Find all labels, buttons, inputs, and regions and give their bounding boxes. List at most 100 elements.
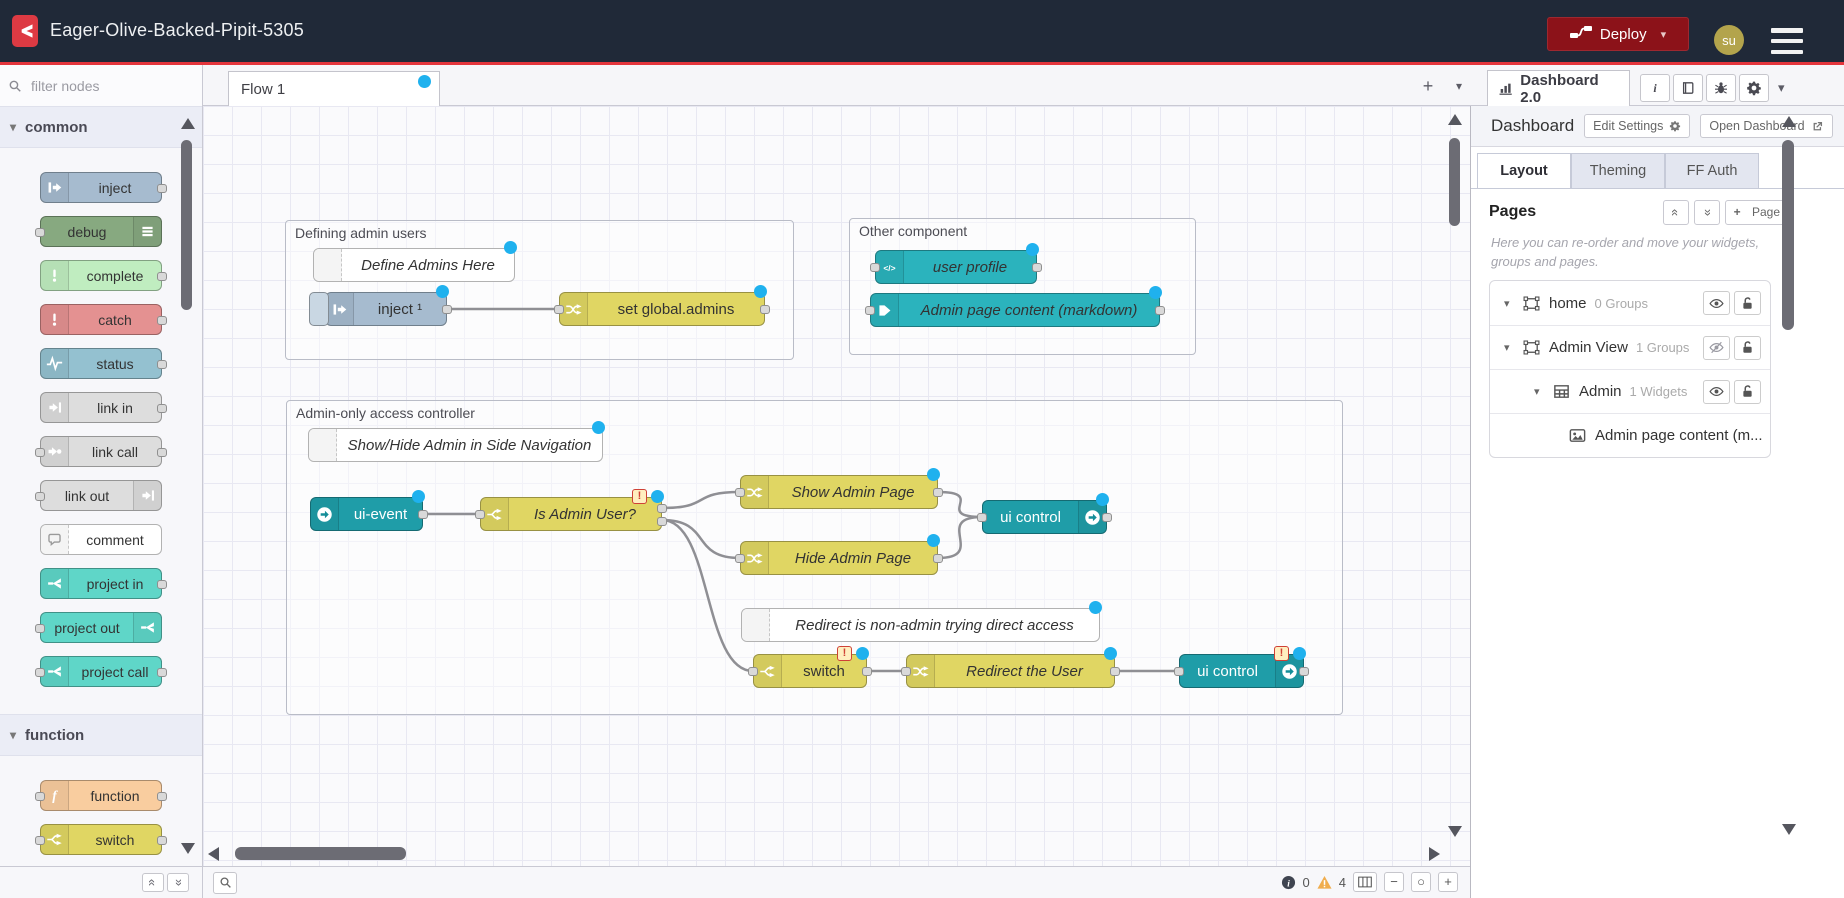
tree-row-admin-view[interactable]: ▾Admin View1 Groups: [1490, 325, 1770, 369]
add-page-button[interactable]: + Page: [1725, 200, 1789, 225]
palette-category-function[interactable]: ▾function: [0, 714, 202, 756]
node-switch[interactable]: switch!: [753, 654, 867, 688]
input-port[interactable]: [35, 492, 45, 501]
wire-5[interactable]: [938, 492, 982, 517]
palette-scroll-up[interactable]: [181, 118, 195, 129]
canvas-scroll-left[interactable]: [208, 847, 219, 861]
canvas-scroll-down[interactable]: [1448, 826, 1462, 837]
output-port[interactable]: [157, 404, 167, 413]
node-ui-control-top[interactable]: ui control: [982, 500, 1107, 534]
navigator-toggle-button[interactable]: [1353, 872, 1377, 892]
user-avatar[interactable]: su: [1714, 25, 1744, 55]
node-project-in[interactable]: project in: [40, 568, 162, 599]
expand-all-button[interactable]: «: [167, 873, 189, 892]
palette-search[interactable]: [0, 65, 203, 106]
input-port[interactable]: [35, 228, 45, 237]
chevron-down-icon[interactable]: ▾: [1504, 297, 1518, 310]
tab-dashboard-2[interactable]: Dashboard 2.0: [1487, 70, 1630, 107]
output-port[interactable]: [1299, 667, 1309, 676]
palette-scroll-down[interactable]: [181, 843, 195, 854]
input-port[interactable]: [748, 667, 758, 676]
output-port[interactable]: [1110, 667, 1120, 676]
output-port[interactable]: [1155, 306, 1165, 315]
chevron-down-icon[interactable]: ▾: [1534, 385, 1548, 398]
node-user-profile[interactable]: </>user profile: [875, 250, 1037, 284]
output-port[interactable]: [157, 272, 167, 281]
open-dashboard-button[interactable]: Open Dashboard: [1700, 114, 1832, 138]
output-port[interactable]: [157, 668, 167, 677]
node-debug[interactable]: debug: [40, 216, 162, 247]
add-flow-button[interactable]: +: [1417, 76, 1439, 98]
wire-3[interactable]: [662, 520, 740, 558]
help-tab-button[interactable]: [1673, 74, 1703, 102]
node-link-call[interactable]: link call: [40, 436, 162, 467]
node-function[interactable]: ffunction: [40, 780, 162, 811]
output-port[interactable]: [157, 448, 167, 457]
node-link-in[interactable]: link in: [40, 392, 162, 423]
output-port[interactable]: [157, 580, 167, 589]
canvas-scroll-right[interactable]: [1429, 847, 1440, 861]
tab-ff-auth[interactable]: FF Auth: [1665, 153, 1759, 189]
tree-row-home[interactable]: ▾home0 Groups: [1490, 281, 1770, 325]
zoom-out-button[interactable]: −: [1384, 872, 1404, 892]
input-port[interactable]: [865, 306, 875, 315]
canvas-vscrollbar[interactable]: [1449, 138, 1460, 226]
sidebar-menu-caret[interactable]: ▾: [1778, 80, 1785, 96]
node-ui-control-bottom[interactable]: ui control!: [1179, 654, 1304, 688]
wire-2[interactable]: [662, 492, 740, 508]
input-port[interactable]: [35, 792, 45, 801]
visibility-button[interactable]: [1703, 380, 1730, 404]
main-menu-button[interactable]: [1768, 27, 1806, 55]
palette-scrollbar[interactable]: [181, 140, 192, 310]
info-tab-button[interactable]: i: [1640, 74, 1670, 102]
node-status[interactable]: status: [40, 348, 162, 379]
canvas-hscrollbar[interactable]: [235, 847, 406, 860]
input-port[interactable]: [475, 510, 485, 519]
wire-6[interactable]: [938, 517, 982, 558]
output-port[interactable]: [418, 510, 428, 519]
chevron-down-icon[interactable]: ▾: [1504, 341, 1518, 354]
tree-row-admin-page-content-m[interactable]: Admin page content (m...: [1490, 413, 1770, 457]
wire-4[interactable]: [662, 520, 753, 671]
node-redirect-the-user[interactable]: Redirect the User: [906, 654, 1115, 688]
visibility-button[interactable]: [1703, 291, 1730, 315]
input-port[interactable]: [735, 488, 745, 497]
output-port[interactable]: [933, 554, 943, 563]
edit-settings-button[interactable]: Edit Settings: [1584, 114, 1690, 138]
node-set-global-admins[interactable]: set global.admins: [559, 292, 765, 326]
output-port[interactable]: [657, 504, 667, 513]
tree-row-admin[interactable]: ▾Admin1 Widgets: [1490, 369, 1770, 413]
lock-button[interactable]: [1734, 380, 1761, 404]
node-project-call[interactable]: project call: [40, 656, 162, 687]
flow-canvas[interactable]: Defining admin usersOther componentAdmin…: [203, 106, 1470, 866]
node-link-out[interactable]: link out: [40, 480, 162, 511]
move-up-button[interactable]: «: [1663, 200, 1689, 225]
input-port[interactable]: [35, 668, 45, 677]
zoom-in-button[interactable]: +: [1438, 872, 1458, 892]
node-admin-page-content[interactable]: Admin page content (markdown): [870, 293, 1160, 327]
deploy-options-caret[interactable]: ▾: [1661, 28, 1667, 41]
tab-theming[interactable]: Theming: [1571, 153, 1665, 189]
output-port[interactable]: [862, 667, 872, 676]
lock-button[interactable]: [1734, 336, 1761, 360]
config-tab-button[interactable]: [1739, 74, 1769, 102]
sidebar-scroll-down[interactable]: [1782, 824, 1796, 835]
node-inject[interactable]: inject: [40, 172, 162, 203]
node-complete[interactable]: complete: [40, 260, 162, 291]
node-define-admins-comment[interactable]: Define Admins Here: [313, 248, 515, 282]
move-down-button[interactable]: «: [1694, 200, 1720, 225]
node-project-out[interactable]: project out: [40, 612, 162, 643]
inject-button[interactable]: [309, 292, 329, 326]
sidebar-scrollbar[interactable]: [1782, 140, 1794, 330]
zoom-search-button[interactable]: [213, 872, 237, 894]
node-is-admin-user[interactable]: Is Admin User?!: [480, 497, 662, 531]
output-port[interactable]: [1102, 513, 1112, 522]
node-show-admin-page[interactable]: Show Admin Page: [740, 475, 938, 509]
input-port[interactable]: [735, 554, 745, 563]
output-port[interactable]: [157, 316, 167, 325]
tab-flow-1[interactable]: Flow 1: [228, 71, 440, 107]
input-port[interactable]: [554, 305, 564, 314]
node-ui-event[interactable]: ui-event: [310, 497, 423, 531]
lock-button[interactable]: [1734, 291, 1761, 315]
tab-layout[interactable]: Layout: [1477, 153, 1571, 189]
